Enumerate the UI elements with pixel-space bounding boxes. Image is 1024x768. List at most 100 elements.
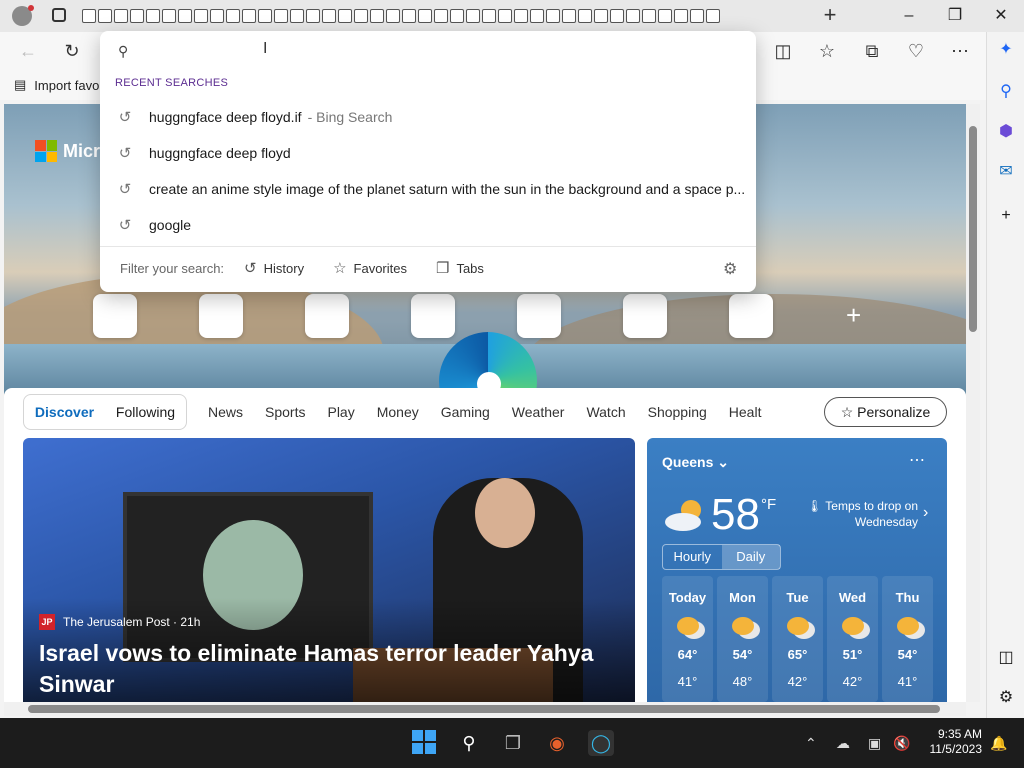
volume-muted-icon[interactable]: 🔇: [893, 735, 910, 752]
tab-favicon[interactable]: [530, 9, 544, 23]
tab-favicon[interactable]: [146, 9, 160, 23]
tab-favicon[interactable]: [546, 9, 560, 23]
tab-favicon[interactable]: [82, 9, 96, 23]
filter-favorites[interactable]: ☆ Favorites: [333, 259, 407, 277]
network-icon[interactable]: ▣: [868, 735, 881, 752]
news-card[interactable]: JP The Jerusalem Post · 21h Israel vows …: [23, 438, 635, 702]
close-window-button[interactable]: ✕: [978, 0, 1024, 32]
chevron-right-icon[interactable]: ›: [923, 504, 928, 522]
taskbar-search-icon[interactable]: ⚲: [456, 730, 482, 756]
tab-sports[interactable]: Sports: [265, 394, 305, 430]
tab-favicon[interactable]: [114, 9, 128, 23]
search-suggestion[interactable]: ↺ huggngface deep floyd.if - Bing Search: [100, 99, 756, 135]
tab-favicon[interactable]: [386, 9, 400, 23]
tab-favicon[interactable]: [338, 9, 352, 23]
tab-favicon[interactable]: [258, 9, 272, 23]
tab-favicon[interactable]: [370, 9, 384, 23]
tab-health[interactable]: Healt: [729, 394, 762, 430]
task-view-icon[interactable]: ❐: [500, 730, 526, 756]
tab-favicon[interactable]: [626, 9, 640, 23]
tab-favicon[interactable]: [354, 9, 368, 23]
scrollbar-thumb[interactable]: [969, 126, 977, 332]
tab-discover[interactable]: Discover: [24, 395, 105, 429]
quick-link-tile[interactable]: [517, 294, 561, 338]
refresh-icon[interactable]: ↻: [61, 40, 83, 62]
new-tab-button[interactable]: +: [820, 4, 840, 28]
hide-sidebar-icon[interactable]: ◫: [996, 648, 1016, 668]
add-sidebar-app-icon[interactable]: +: [996, 206, 1016, 226]
search-suggestion[interactable]: ↺ create an anime style image of the pla…: [100, 171, 756, 207]
tab-favicon[interactable]: [594, 9, 608, 23]
tab-favicon[interactable]: [210, 9, 224, 23]
quick-link-tile[interactable]: [623, 294, 667, 338]
edge-taskbar-icon[interactable]: ◯: [588, 730, 614, 756]
tab-favicon[interactable]: [450, 9, 464, 23]
sidebar-settings-icon[interactable]: ⚙: [996, 688, 1016, 708]
tab-favicon[interactable]: [498, 9, 512, 23]
tab-favicon[interactable]: [658, 9, 672, 23]
personalize-button[interactable]: ☆ Personalize: [824, 397, 947, 427]
minimize-button[interactable]: –: [886, 0, 932, 32]
tab-favicon[interactable]: [178, 9, 192, 23]
tab-favicon[interactable]: [274, 9, 288, 23]
tab-gaming[interactable]: Gaming: [441, 394, 490, 430]
forecast-day[interactable]: Wed 51° 42°: [827, 576, 878, 702]
notification-bell-icon[interactable]: 🔔: [990, 735, 1007, 752]
favorites-star-icon[interactable]: ☆: [816, 40, 838, 62]
tab-favicon[interactable]: [290, 9, 304, 23]
add-shortcut-icon[interactable]: +: [846, 300, 861, 331]
filter-tabs[interactable]: ❐ Tabs: [436, 259, 484, 277]
tab-shopping[interactable]: Shopping: [648, 394, 707, 430]
tab-actions-icon[interactable]: [52, 8, 66, 22]
cloud-icon[interactable]: ☁: [836, 735, 850, 752]
outlook-icon[interactable]: ✉: [996, 162, 1016, 182]
quick-link-tile[interactable]: [199, 294, 243, 338]
tab-favicon[interactable]: [98, 9, 112, 23]
search-suggestion[interactable]: ↺ google: [100, 207, 756, 243]
tray-overflow-chevron-icon[interactable]: ⌃: [805, 735, 817, 752]
tab-favicon[interactable]: [706, 9, 720, 23]
tab-favicon[interactable]: [226, 9, 240, 23]
tab-favicon[interactable]: [466, 9, 480, 23]
tab-favicon[interactable]: [578, 9, 592, 23]
tab-favicon[interactable]: [162, 9, 176, 23]
search-suggestion[interactable]: ↺ huggngface deep floyd: [100, 135, 756, 171]
news-headline[interactable]: Israel vows to eliminate Hamas terror le…: [39, 638, 619, 700]
horizontal-scrollbar[interactable]: [4, 702, 966, 716]
tab-news[interactable]: News: [208, 394, 243, 430]
split-screen-icon[interactable]: ◫: [772, 40, 794, 62]
tab-favicon[interactable]: [690, 9, 704, 23]
copilot-icon[interactable]: ✦: [996, 40, 1016, 60]
tab-play[interactable]: Play: [327, 394, 354, 430]
quick-link-tile[interactable]: [93, 294, 137, 338]
browser-essentials-icon[interactable]: ♡: [905, 40, 927, 62]
tab-favicon[interactable]: [642, 9, 656, 23]
weather-alert[interactable]: 🌡 Temps to drop on Wednesday: [804, 498, 918, 530]
tab-money[interactable]: Money: [377, 394, 419, 430]
address-bar-input[interactable]: [140, 37, 700, 63]
search-settings-gear-icon[interactable]: ⚙: [723, 259, 737, 279]
tab-favicon[interactable]: [562, 9, 576, 23]
quick-link-tile[interactable]: [411, 294, 455, 338]
tab-favicon[interactable]: [418, 9, 432, 23]
search-icon[interactable]: ⚲: [996, 82, 1016, 102]
weather-card[interactable]: Queens ⌄ ⋯ 58 °F 🌡 Temps to drop on Wedn…: [647, 438, 947, 702]
tab-favicon[interactable]: [434, 9, 448, 23]
app-icon[interactable]: ◉: [544, 730, 570, 756]
tab-following[interactable]: Following: [105, 395, 186, 429]
tab-favicon[interactable]: [514, 9, 528, 23]
tab-favicon[interactable]: [610, 9, 624, 23]
vertical-scrollbar[interactable]: [966, 104, 980, 702]
tab-watch[interactable]: Watch: [586, 394, 625, 430]
tab-favicon[interactable]: [482, 9, 496, 23]
back-arrow-icon[interactable]: ←: [17, 40, 39, 62]
collections-icon[interactable]: ⧉: [861, 40, 883, 62]
hourly-tab[interactable]: Hourly: [663, 545, 722, 569]
quick-link-tile[interactable]: [729, 294, 773, 338]
system-clock[interactable]: 9:35 AM 11/5/2023: [922, 727, 983, 757]
tab-favicon[interactable]: [242, 9, 256, 23]
tab-favicon[interactable]: [402, 9, 416, 23]
restore-button[interactable]: ❐: [932, 0, 978, 32]
forecast-day[interactable]: Thu 54° 41°: [882, 576, 933, 702]
tab-weather[interactable]: Weather: [512, 394, 565, 430]
